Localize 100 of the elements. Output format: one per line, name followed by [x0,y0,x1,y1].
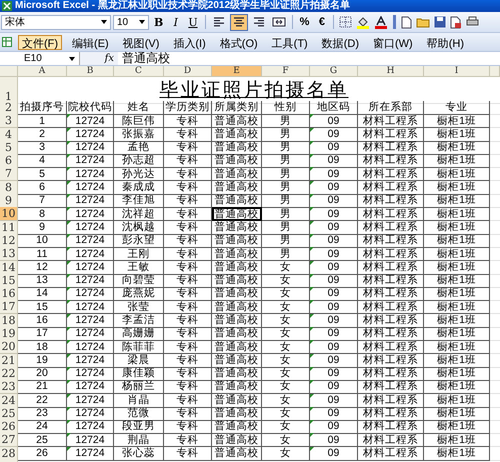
table-cell: 橱柜1班 [424,380,490,394]
menu-item[interactable]: 插入(I) [169,34,210,50]
table-cell: 09 [310,420,358,434]
row-header[interactable]: 15 [0,274,18,288]
table-cell: 女 [262,287,310,302]
table-cell: 材料工程系 [358,380,424,394]
table-cell: 材料工程系 [358,274,424,288]
menu-item[interactable]: 编辑(E) [68,34,113,50]
row-header[interactable]: 2 [0,101,18,115]
font-field[interactable]: 宋体 [1,14,111,30]
printer-icon[interactable] [466,16,480,28]
table-cell: 普通高校 [212,314,262,328]
formula-field[interactable]: 普通高校 [118,52,500,65]
table-cell: 12724 [67,220,114,235]
number-format-button[interactable]: % [296,14,312,30]
row-header[interactable]: 21 [0,354,18,368]
table-cell: 橱柜1班 [424,354,490,368]
format-button[interactable]: U [185,14,201,30]
row-header[interactable]: 8 [0,180,18,195]
borders-icon[interactable] [339,16,352,28]
table-cell: 材料工程系 [358,194,424,208]
column-header[interactable]: E [212,66,262,77]
table-cell: 12724 [67,366,114,381]
column-header[interactable]: B [67,66,114,77]
table-cell: 普通高校 [212,140,262,155]
fill-color-icon[interactable] [356,16,370,28]
table-cell: 李佳旭 [114,194,164,208]
table-cell: 材料工程系 [358,140,424,155]
table-cell: 12724 [67,260,114,275]
row-header[interactable]: 16 [0,287,18,302]
menu-item[interactable]: 工具(T) [268,34,312,50]
table-cell: 专科 [164,287,212,302]
menu-item[interactable]: 数据(D) [318,34,363,50]
table-cell: 12724 [67,327,114,342]
column-header[interactable]: F [262,66,310,77]
table-cell: 12724 [67,354,114,368]
row-header[interactable]: 11 [0,220,18,235]
format-button[interactable]: I [168,14,184,30]
table-cell: 普通高校 [212,154,262,168]
new-document-icon[interactable] [401,16,412,28]
table-cell: 09 [310,340,358,354]
table-cell: 男 [262,167,310,182]
menu-item[interactable]: 格式(O) [216,34,262,50]
row-header[interactable]: 22 [0,366,18,381]
table-cell: 材料工程系 [358,394,424,408]
table-cell: 材料工程系 [358,207,424,222]
table-cell: 09 [310,287,358,302]
menu-item[interactable]: 视图(V) [118,34,164,50]
table-cell: 09 [310,446,358,461]
column-header[interactable]: H [358,66,424,77]
column-header[interactable]: D [164,66,212,77]
number-format-button[interactable]: € [314,14,330,30]
menu-item[interactable]: 文件(F) [18,34,62,50]
row-header[interactable]: 23 [0,380,18,394]
format-button[interactable]: B [151,14,166,30]
row-header[interactable]: 4 [0,128,18,142]
table-cell: 12724 [67,446,114,461]
name-box[interactable]: E10 [0,52,80,65]
row-header[interactable]: 10 [0,207,18,222]
row-header[interactable]: 19 [0,327,18,342]
table-cell: 12724 [67,420,114,434]
font-size-field[interactable]: 10 [113,14,149,30]
row-header[interactable]: 12 [0,234,18,248]
row-header[interactable]: 9 [0,194,18,208]
row-header[interactable]: 5 [0,140,18,155]
row-header[interactable]: 1 [0,77,18,104]
table-cell: 24 [18,420,67,434]
row-header[interactable]: 17 [0,300,18,314]
row-header[interactable]: 26 [0,420,18,434]
row-header[interactable]: 13 [0,247,18,262]
row-header[interactable]: 3 [0,114,18,128]
row-header[interactable]: 25 [0,406,18,421]
table-cell: 女 [262,366,310,381]
save-icon[interactable] [434,16,446,28]
folder-icon[interactable] [416,16,430,28]
row-header[interactable]: 24 [0,394,18,408]
row-header[interactable]: 7 [0,167,18,182]
column-header[interactable]: A [18,66,67,77]
column-header[interactable]: C [114,66,164,77]
table-cell: 女 [262,433,310,448]
font-color-icon[interactable] [374,16,388,28]
table-cell: 普通高校 [212,180,262,195]
row-header[interactable]: 28 [0,446,18,461]
menu-item[interactable]: 帮助(H) [422,34,468,50]
column-heading: 所在系部 [358,101,424,115]
column-header[interactable]: I [424,66,490,77]
column-header[interactable]: G [310,66,358,77]
document-icon[interactable] [450,16,462,28]
table-cell: 专科 [164,234,212,248]
dropdown-icon [139,20,145,24]
row-header[interactable]: 18 [0,314,18,328]
table-cell: 16 [18,314,67,328]
row-header[interactable]: 20 [0,340,18,354]
row-header[interactable]: 6 [0,154,18,168]
table-cell: 3 [18,140,67,155]
align-button[interactable] [230,14,248,30]
row-header[interactable]: 27 [0,433,18,448]
menu-item[interactable]: 窗口(W) [369,34,417,50]
table-cell: 普通高校 [212,287,262,302]
row-header[interactable]: 14 [0,260,18,275]
